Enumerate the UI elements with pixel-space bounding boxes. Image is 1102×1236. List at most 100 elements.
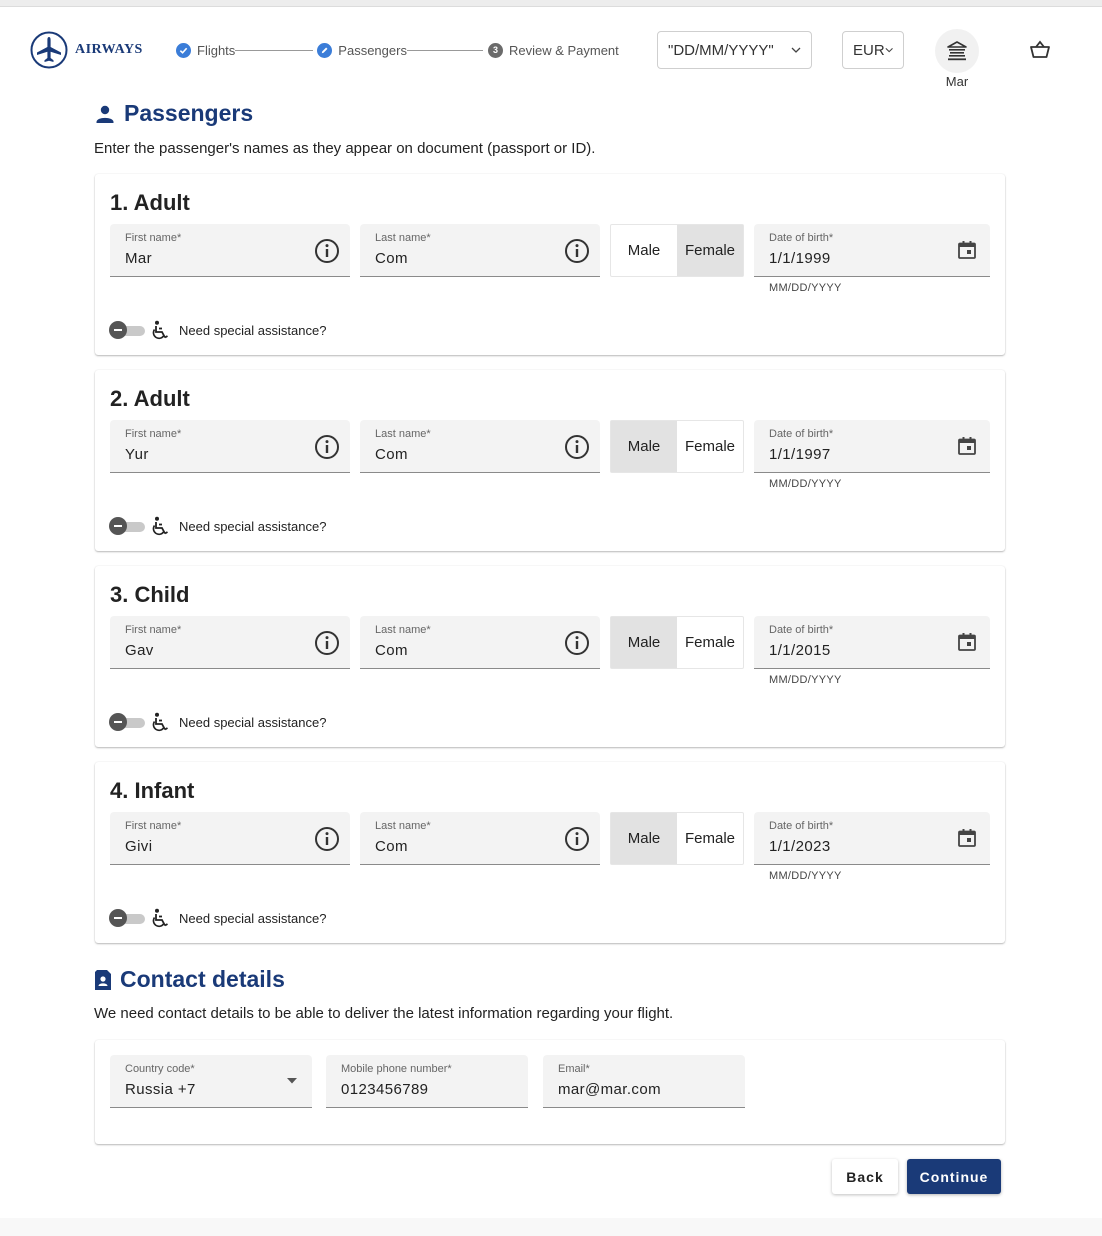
person-icon [94, 103, 116, 125]
date-of-birth-field[interactable]: Date of birth* 1/1/2023 [754, 812, 990, 865]
last-name-value: Com [375, 838, 408, 855]
info-icon[interactable] [314, 630, 340, 656]
dob-label: Date of birth* [769, 428, 834, 440]
first-name-field[interactable]: First name* Mar [110, 224, 350, 277]
info-icon[interactable] [314, 238, 340, 264]
step-divider [235, 49, 314, 51]
first-name-label: First name* [125, 428, 182, 440]
last-name-field[interactable]: Last name* Com [360, 812, 600, 865]
gender-female-option[interactable]: Female [677, 617, 743, 668]
contact-title: Contact details [120, 966, 285, 992]
first-name-field[interactable]: First name* Givi [110, 812, 350, 865]
page-footer-band [0, 1218, 1102, 1236]
info-icon[interactable] [564, 434, 590, 460]
dob-value: 1/1/1997 [769, 446, 831, 463]
first-name-field[interactable]: First name* Gav [110, 616, 350, 669]
continue-button[interactable]: Continue [907, 1159, 1001, 1194]
country-code-label: Country code* [125, 1063, 195, 1075]
currency-select[interactable]: EUR [842, 31, 904, 69]
email-value: mar@mar.com [558, 1081, 661, 1098]
dob-format-hint: MM/DD/YYYY [769, 478, 842, 490]
special-assistance-toggle[interactable] [109, 321, 145, 339]
date-of-birth-field[interactable]: Date of birth* 1/1/1997 [754, 420, 990, 473]
mobile-phone-field[interactable]: Mobile phone number* 0123456789 [326, 1055, 528, 1108]
airways-logo[interactable]: AIRWAYS [30, 31, 143, 69]
first-name-field[interactable]: First name* Yur [110, 420, 350, 473]
last-name-label: Last name* [375, 624, 431, 636]
dob-value: 1/1/2023 [769, 838, 831, 855]
gender-female-option[interactable]: Female [677, 813, 743, 864]
step-passengers[interactable]: Passengers [317, 42, 407, 58]
info-icon[interactable] [314, 434, 340, 460]
airplane-logo-icon [30, 31, 68, 69]
wheelchair-icon [151, 320, 171, 340]
user-account-button[interactable] [935, 29, 979, 73]
calendar-icon[interactable] [957, 828, 977, 848]
dob-format-hint: MM/DD/YYYY [769, 870, 842, 882]
passenger-card: 2. Adult First name* Yur Last name* Com Male F… [95, 370, 1005, 551]
step-flights-label: Flights [197, 42, 236, 58]
gender-male-option[interactable]: Male [611, 421, 677, 472]
passenger-card: 4. Infant First name* Givi Last name* Com Mal… [95, 762, 1005, 943]
info-icon[interactable] [314, 826, 340, 852]
special-assistance-toggle[interactable] [109, 713, 145, 731]
top-bar [0, 0, 1102, 7]
wheelchair-icon [151, 908, 171, 928]
step-review-payment[interactable]: 3 Review & Payment [487, 42, 619, 58]
first-name-label: First name* [125, 624, 182, 636]
booking-stepper: Flights Passengers 3 Review & Payment [176, 40, 619, 60]
dob-format-hint: MM/DD/YYYY [769, 674, 842, 686]
date-of-birth-field[interactable]: Date of birth* 1/1/2015 [754, 616, 990, 669]
email-field[interactable]: Email* mar@mar.com [543, 1055, 745, 1108]
step-flights[interactable]: Flights [176, 42, 236, 58]
gender-female-option[interactable]: Female [677, 225, 743, 276]
dob-value: 1/1/1999 [769, 250, 831, 267]
first-name-label: First name* [125, 232, 182, 244]
first-name-label: First name* [125, 820, 182, 832]
calendar-icon[interactable] [957, 632, 977, 652]
info-icon[interactable] [564, 826, 590, 852]
gender-male-option[interactable]: Male [611, 617, 677, 668]
dob-value: 1/1/2015 [769, 642, 831, 659]
passenger-title: 1. Adult [110, 190, 190, 215]
contact-heading: Contact details [94, 966, 285, 993]
last-name-field[interactable]: Last name* Com [360, 420, 600, 473]
contact-card-icon [94, 969, 112, 991]
info-icon[interactable] [564, 630, 590, 656]
contact-description: We need contact details to be able to de… [94, 1005, 674, 1022]
passenger-title: 3. Child [110, 582, 190, 607]
last-name-label: Last name* [375, 820, 431, 832]
wheelchair-icon [151, 712, 171, 732]
last-name-label: Last name* [375, 232, 431, 244]
contact-card: Country code* Russia +7 Mobile phone num… [95, 1040, 1005, 1144]
last-name-field[interactable]: Last name* Com [360, 616, 600, 669]
date-format-select[interactable]: "DD/MM/YYYY" [657, 31, 812, 69]
passengers-heading: Passengers [94, 100, 253, 127]
last-name-value: Com [375, 642, 408, 659]
last-name-value: Com [375, 446, 408, 463]
passenger-card: 1. Adult First name* Mar Last name* Com Male F… [95, 174, 1005, 355]
special-assistance-toggle[interactable] [109, 909, 145, 927]
special-assistance-label: Need special assistance? [179, 518, 327, 534]
gender-toggle: Male Female [610, 420, 744, 473]
calendar-icon[interactable] [957, 436, 977, 456]
country-code-select[interactable]: Country code* Russia +7 [110, 1055, 312, 1108]
user-name: Mar [945, 74, 969, 89]
special-assistance-toggle[interactable] [109, 517, 145, 535]
gender-toggle: Male Female [610, 224, 744, 277]
info-icon[interactable] [564, 238, 590, 264]
gender-male-option[interactable]: Male [611, 813, 677, 864]
gender-male-option[interactable]: Male [611, 225, 677, 276]
gender-female-option[interactable]: Female [677, 421, 743, 472]
date-of-birth-field[interactable]: Date of birth* 1/1/1999 [754, 224, 990, 277]
last-name-value: Com [375, 250, 408, 267]
wheelchair-icon [151, 516, 171, 536]
brand-name: AIRWAYS [75, 42, 143, 57]
last-name-field[interactable]: Last name* Com [360, 224, 600, 277]
basket-button[interactable] [1028, 39, 1052, 66]
back-button[interactable]: Back [832, 1159, 898, 1194]
email-label: Email* [558, 1063, 590, 1075]
passenger-card: 3. Child First name* Gav Last name* Com Male F… [95, 566, 1005, 747]
first-name-value: Mar [125, 250, 153, 267]
calendar-icon[interactable] [957, 240, 977, 260]
